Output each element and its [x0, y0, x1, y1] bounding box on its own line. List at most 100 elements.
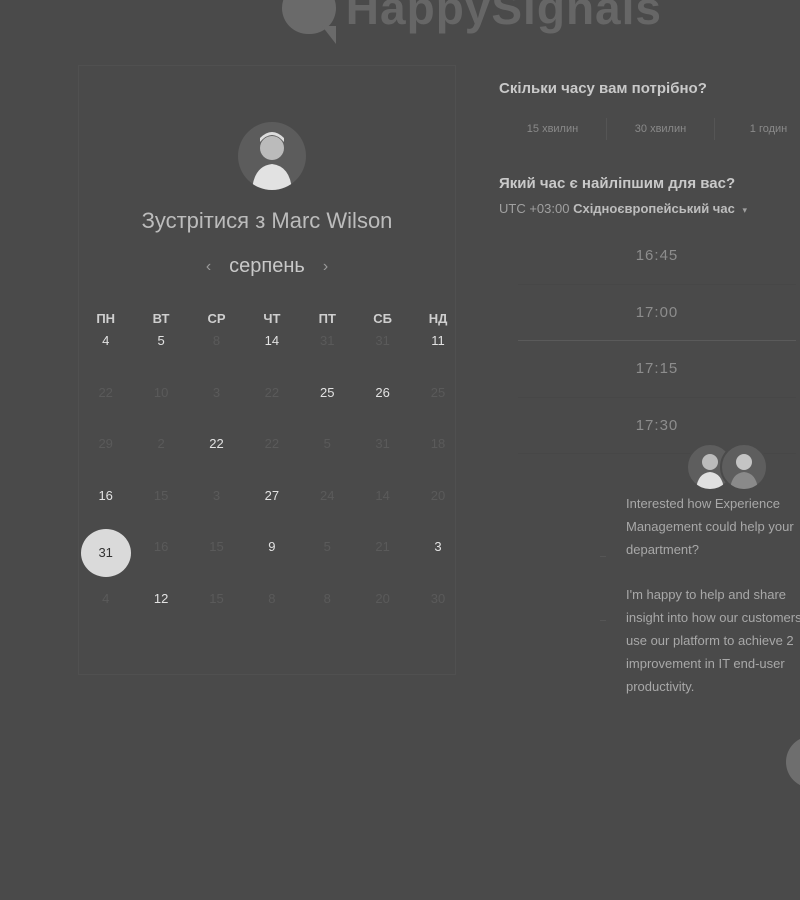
calendar-day[interactable]: 9 [244, 535, 299, 587]
calendar-day-number: 22 [264, 436, 280, 452]
chat-divider [600, 556, 606, 557]
calendar-day[interactable]: 22 [189, 432, 244, 484]
calendar-day: 18 [410, 432, 465, 484]
calendar-day-number: 8 [323, 590, 331, 606]
timezone-offset: UTC +03:00 [499, 201, 570, 216]
calendar-day-number: 4 [102, 590, 110, 606]
calendar-day[interactable]: 16 [78, 484, 133, 536]
happysignals-logo: HappySignals [282, 0, 662, 44]
weekday-label: ПТ [318, 311, 336, 326]
duration-option-15[interactable]: 15 хвилин [499, 118, 607, 140]
calendar-day-number: 2 [157, 436, 165, 452]
calendar-day-number: 8 [212, 333, 221, 348]
calendar-day-number: 14 [264, 333, 280, 348]
calendar-day-number: 29 [98, 436, 113, 452]
calendar-day-number: 22 [209, 436, 224, 452]
calendar-day-number: 16 [153, 539, 169, 555]
calendar-day: 4 [78, 587, 133, 639]
next-month-icon[interactable]: › [323, 258, 328, 276]
calendar-day[interactable]: 14 [244, 329, 299, 381]
speech-bubble-logo-icon [282, 0, 336, 44]
calendar-day: 31 [355, 432, 410, 484]
timezone-selector[interactable]: UTC +03:00 Східноєвропейський час ▾ [499, 201, 747, 216]
calendar-day: 15 [189, 587, 244, 639]
calendar-day-number: 31 [375, 333, 390, 348]
calendar-day[interactable]: 4 [78, 329, 133, 381]
calendar-day-number: 15 [209, 590, 224, 606]
calendar-day-number: 15 [209, 539, 224, 555]
time-slot[interactable]: 17:15 [518, 341, 796, 398]
chat-avatars [686, 443, 770, 491]
prev-month-icon[interactable]: ‹ [206, 258, 211, 276]
calendar-day-number: 22 [98, 384, 113, 400]
calendar-day: 22 [78, 381, 133, 433]
chat-bubble: Interested how Experience Management cou… [626, 492, 800, 720]
calendar-day-number: 21 [375, 539, 390, 555]
calendar-day: 16 [133, 535, 188, 587]
duration-option-30[interactable]: 30 хвилин [607, 118, 715, 140]
weekday-label: ЧТ [263, 311, 281, 326]
calendar-day: 31 [355, 329, 410, 381]
time-heading: Який час є найліпшим для вас? [499, 175, 736, 192]
weekday-label: ВТ [152, 311, 170, 326]
calendar-day-number: 5 [323, 539, 331, 555]
calendar-day-number: 9 [268, 539, 276, 555]
chat-avatar-2 [720, 443, 768, 491]
chat-launcher-button[interactable] [786, 736, 800, 788]
calendar-day[interactable]: 11 [410, 329, 465, 381]
calendar-day-number: 22 [264, 384, 280, 400]
calendar-days-grid: 4 5 8 14 31 31 11 22 10 3 22 25 26 25 29 2 22 22 5 31 18 16 15… [78, 329, 466, 639]
calendar-day: 20 [410, 484, 465, 536]
meeting-title: Зустрітися з Marc Wilson [78, 208, 456, 234]
calendar-day-selected[interactable]: 31 [78, 529, 133, 587]
title-prefix: Зустрітися з [141, 208, 272, 233]
calendar-day-number: 14 [375, 487, 390, 503]
calendar-day-number: 27 [264, 487, 280, 503]
calendar-day-number: 20 [375, 590, 390, 606]
month-label: серпень [229, 255, 305, 277]
calendar-day-number: 15 [153, 487, 169, 503]
calendar-day-number: 18 [430, 436, 446, 452]
calendar-day: 5 [300, 535, 355, 587]
calendar-day: 10 [133, 381, 188, 433]
calendar-day: 15 [189, 535, 244, 587]
calendar-day: 8 [300, 587, 355, 639]
calendar-day-number: 3 [212, 384, 221, 400]
calendar-day-number: 5 [157, 333, 165, 348]
calendar-day[interactable]: 25 [300, 381, 355, 433]
host-name: Marc Wilson [271, 208, 393, 233]
time-slots: 16:45 17:00 17:15 17:30 [518, 228, 800, 454]
calendar-day-number: 16 [98, 487, 113, 503]
calendar-day[interactable]: 3 [410, 535, 465, 587]
chat-message: Interested how Experience Management cou… [626, 496, 794, 557]
logo-text: HappySignals [345, 0, 662, 34]
calendar-day: 3 [189, 484, 244, 536]
calendar-day-number: 24 [320, 487, 335, 503]
weekday-label: ПН [96, 311, 116, 326]
calendar-day[interactable]: 5 [133, 329, 188, 381]
calendar-day[interactable]: 27 [244, 484, 299, 536]
calendar-day: 8 [189, 329, 244, 381]
month-navigation: ‹ серпень › [78, 255, 456, 278]
calendar-day-number: 31 [320, 333, 335, 348]
calendar-day-number: 3 [212, 487, 221, 503]
calendar-day: 14 [355, 484, 410, 536]
calendar-day-number: 25 [430, 384, 446, 400]
host-avatar [238, 122, 306, 190]
calendar-day: 8 [244, 587, 299, 639]
timezone-name: Східноєвропейський час [573, 201, 735, 216]
calendar-day: 25 [410, 381, 465, 433]
weekday-label: СБ [373, 311, 393, 326]
time-slot[interactable]: 16:45 [518, 228, 796, 285]
calendar-day: 3 [189, 381, 244, 433]
weekday-label: СР [207, 311, 226, 326]
calendar-day-number: 30 [430, 590, 446, 606]
weekday-header: ПН ВТ СР ЧТ ПТ СБ НД [78, 311, 466, 326]
calendar-day: 5 [300, 432, 355, 484]
calendar-day: 31 [300, 329, 355, 381]
time-slot[interactable]: 17:00 [518, 285, 796, 341]
calendar-day[interactable]: 12 [133, 587, 188, 639]
calendar-day[interactable]: 26 [355, 381, 410, 433]
duration-option-60[interactable]: 1 годин [715, 118, 800, 140]
calendar-day: 22 [244, 381, 299, 433]
